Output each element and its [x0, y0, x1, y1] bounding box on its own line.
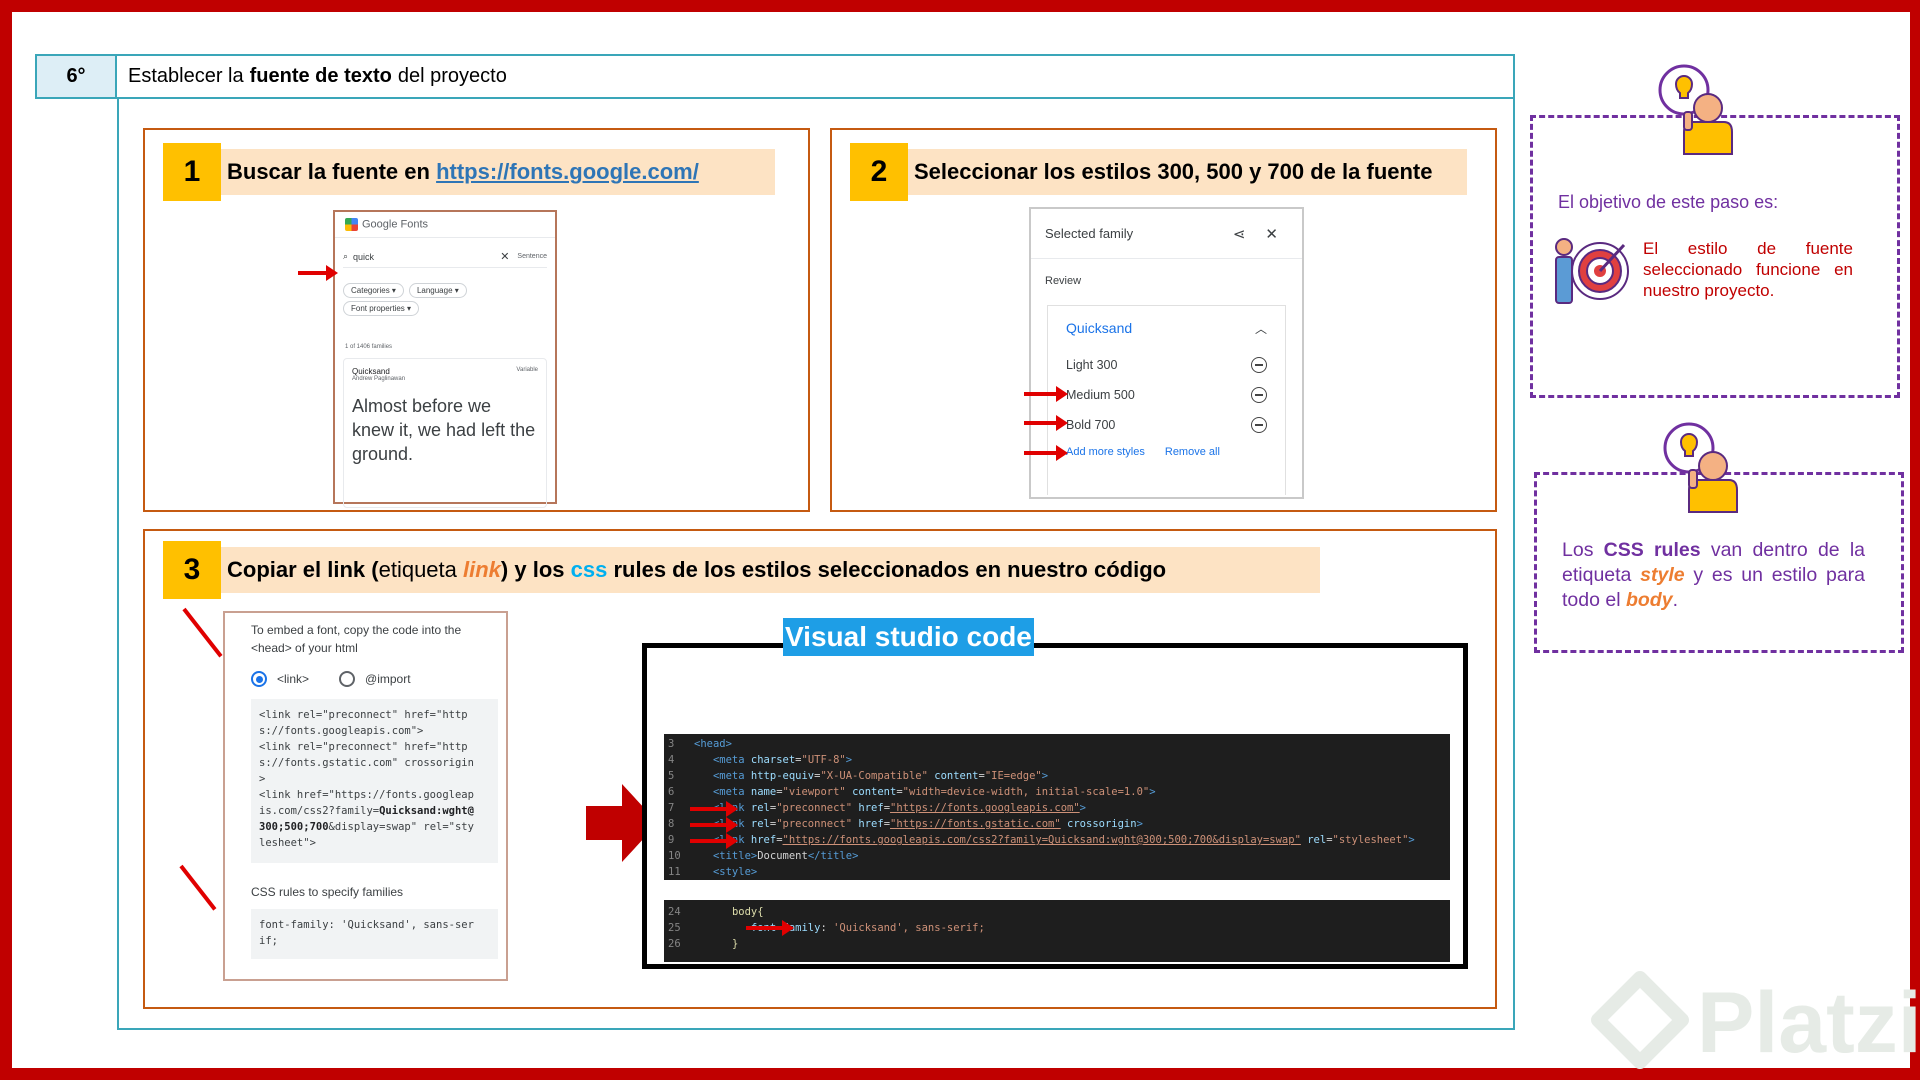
slide-frame: 6° Establecer la fuente de texto del pro… — [0, 0, 1920, 1080]
step2-label: Seleccionar los estilos 300, 500 y 700 d… — [902, 149, 1467, 195]
gf-font-card[interactable]: Quicksand Variable Andrew Paglinawan Alm… — [343, 358, 547, 508]
search-icon: ⌕ — [343, 251, 349, 261]
gf-filter-language[interactable]: Language ▾ — [408, 283, 467, 298]
remove-style-icon[interactable] — [1251, 357, 1267, 373]
step3-number-tile: 3 — [163, 541, 221, 599]
css-rules-note-text: Los CSS rules van dentro de la etiqueta … — [1562, 539, 1866, 611]
code-pointer-arrow-icon — [690, 833, 738, 849]
code-pointer-arrow-icon — [690, 801, 738, 817]
vscode-title: Visual studio code — [783, 618, 1034, 656]
option-link-label: <link> — [277, 672, 310, 686]
google-fonts-screenshot: Google Fonts ⌕ quick ✕ Sentence Categori… — [333, 210, 557, 508]
selected-family-header: Selected family ⋖ ✕ — [1031, 209, 1302, 259]
code-pointer-arrow-icon — [690, 817, 738, 833]
family-card: Quicksand ︿ Light 300 Medium 500 Bold 70… — [1047, 305, 1286, 495]
idea-person-icon — [1663, 422, 1738, 513]
idea-person-icon — [1658, 64, 1733, 155]
gf-brand: Google Fonts — [335, 212, 555, 238]
objective-text: El estilo de fuente seleccionado funcion… — [1643, 239, 1853, 300]
gf-filters: Categories ▾ Language ▾ Font properties ▾ — [343, 280, 547, 316]
step2-box: Seleccionar los estilos 300, 500 y 700 d… — [830, 128, 1497, 512]
option-import-label: @import — [365, 672, 411, 686]
style-row-light: Light 300 — [1048, 350, 1285, 380]
gf-search-row: ⌕ quick ✕ Sentence — [343, 246, 547, 268]
step3-box: Copiar el link (etiqueta link) y los css… — [143, 529, 1497, 1009]
gf-family-count: 1 of 1406 families — [345, 344, 393, 350]
gf-filter-properties[interactable]: Font properties ▾ — [343, 301, 420, 316]
style-row-bold: Bold 700 — [1048, 410, 1285, 440]
css-pointer-arrow-icon — [179, 864, 217, 911]
header-step-number: 6° — [35, 54, 117, 99]
share-icon[interactable]: ⋖ — [1233, 225, 1246, 243]
google-fonts-link[interactable]: https://fonts.google.com/ — [436, 159, 699, 185]
step1-box: Buscar la fuente en https://fonts.google… — [143, 128, 810, 512]
gf-font-name: Quicksand — [352, 367, 390, 376]
family-name[interactable]: Quicksand — [1066, 320, 1255, 336]
css-rules-code[interactable]: font-family: 'Quicksand', sans-ser if; — [251, 909, 498, 959]
google-fonts-logo-icon — [345, 218, 358, 231]
link-pointer-arrow-icon — [182, 607, 223, 658]
remove-style-icon[interactable] — [1251, 387, 1267, 403]
embed-options: <link> @import — [251, 671, 498, 687]
gf-sentence-tab[interactable]: Sentence — [517, 253, 547, 260]
chevron-up-icon[interactable]: ︿ — [1255, 320, 1267, 337]
gf-font-sample: Almost before we knew it, we had left th… — [352, 396, 536, 464]
step1-label: Buscar la fuente en https://fonts.google… — [215, 149, 775, 195]
step1-number-tile: 1 — [163, 143, 221, 201]
embed-link-code[interactable]: <link rel="preconnect" href="http s://fo… — [251, 699, 498, 863]
review-label: Review — [1045, 275, 1082, 287]
style-pointer-arrow-icon — [1024, 445, 1068, 461]
header-title: Establecer la fuente de texto del proyec… — [128, 54, 507, 99]
search-pointer-arrow-icon — [298, 265, 338, 281]
objective-heading: El objetivo de este paso es: — [1558, 192, 1779, 212]
gf-font-author: Andrew Paglinawan — [352, 376, 406, 382]
remove-all-link[interactable]: Remove all — [1165, 446, 1220, 458]
selected-family-title: Selected family — [1045, 226, 1134, 241]
vscode-head-block: 3 <head> 4 <meta charset="UTF-8"> 5 <meta… — [664, 734, 1450, 880]
gf-search-input[interactable]: quick — [353, 252, 500, 262]
platzi-logo-icon — [1591, 971, 1689, 1069]
header-title-bold: fuente de texto — [249, 65, 392, 87]
platzi-watermark: Platzi — [1697, 975, 1920, 1071]
step2-number-tile: 2 — [850, 143, 908, 201]
style-row-medium: Medium 500 — [1048, 380, 1285, 410]
css-rules-title: CSS rules to specify families — [251, 885, 404, 899]
add-more-styles-link[interactable]: Add more styles — [1066, 446, 1145, 458]
embed-code-screenshot: To embed a font, copy the code into the … — [223, 611, 508, 981]
gf-font-badge: Variable — [516, 367, 538, 373]
style-pointer-arrow-icon — [1024, 386, 1068, 402]
radio-selected-icon[interactable] — [251, 671, 267, 687]
clear-icon[interactable]: ✕ — [500, 250, 509, 263]
header-title-post: del proyecto — [397, 65, 507, 87]
style-pointer-arrow-icon — [1024, 415, 1068, 431]
code-pointer-arrow-icon — [746, 920, 794, 936]
radio-unselected-icon[interactable] — [339, 671, 356, 687]
selected-family-screenshot: Selected family ⋖ ✕ Review Quicksand ︿ L… — [1029, 207, 1304, 499]
step3-label: Copiar el link (etiqueta link) y los css… — [215, 547, 1320, 593]
gf-filter-categories[interactable]: Categories ▾ — [343, 283, 404, 298]
close-icon[interactable]: ✕ — [1265, 225, 1278, 243]
embed-intro: To embed a font, copy the code into the … — [251, 623, 462, 655]
target-person-icon — [1555, 238, 1629, 304]
header-title-pre: Establecer la — [128, 65, 244, 87]
remove-style-icon[interactable] — [1251, 417, 1267, 433]
